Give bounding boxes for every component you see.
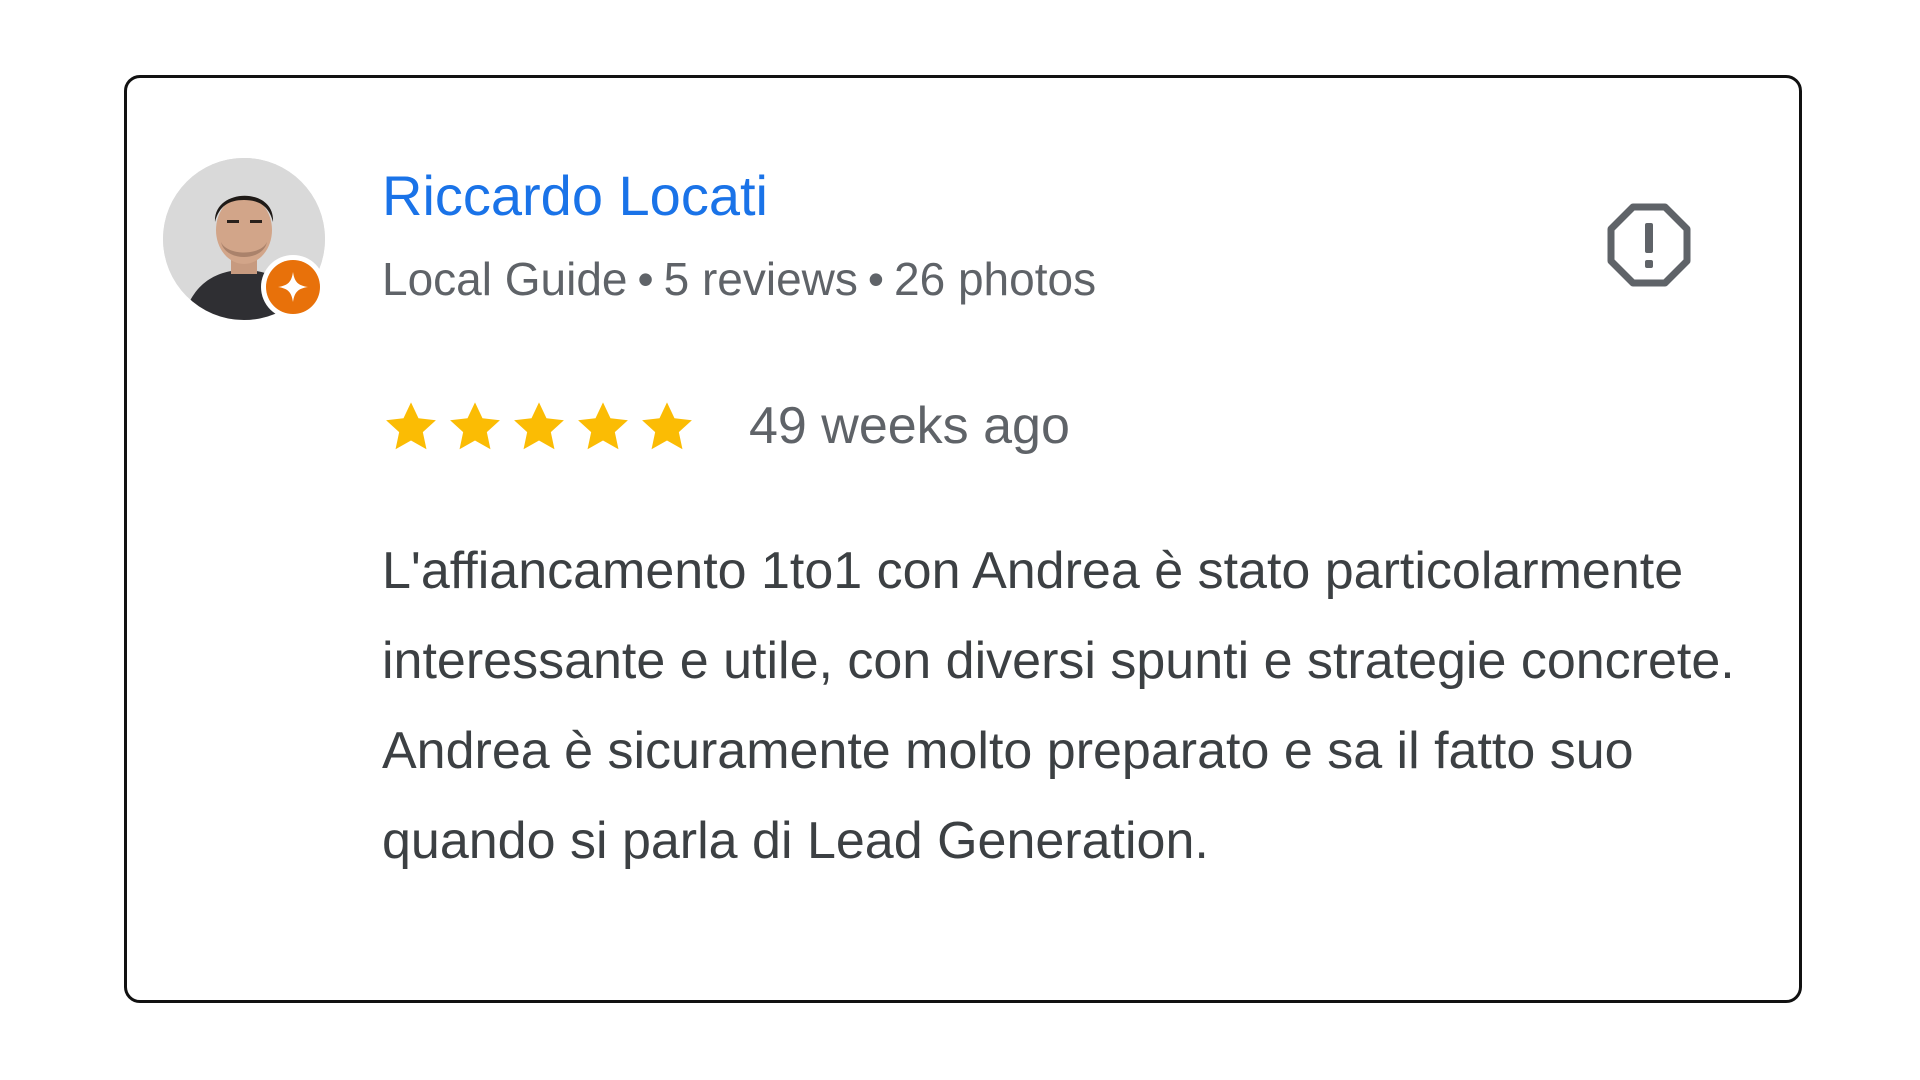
star-icon xyxy=(514,402,564,450)
separator-dot: • xyxy=(867,253,885,305)
author-name[interactable]: Riccardo Locati xyxy=(382,168,768,224)
reviews-count: 5 reviews xyxy=(663,253,858,305)
review-card: Riccardo Locati Local Guide • 5 reviews • 26… xyxy=(124,75,1802,1003)
local-guide-label: Local Guide xyxy=(382,253,628,305)
review-text: L'affiancamento 1to1 con Andrea è stato … xyxy=(382,542,1735,870)
report-flag-icon[interactable] xyxy=(1605,201,1693,289)
star-icon xyxy=(450,402,500,450)
star-icon xyxy=(642,402,692,450)
separator-dot: • xyxy=(637,253,654,305)
photos-count: 26 photos xyxy=(894,253,1097,305)
author-meta: Local Guide • 5 reviews • 26 photos xyxy=(382,256,1096,302)
local-guide-badge-icon xyxy=(261,255,325,319)
review-time: 49 weeks ago xyxy=(749,397,1070,455)
star-rating xyxy=(382,398,696,456)
star-icon xyxy=(578,402,628,450)
star-icon xyxy=(386,402,436,450)
